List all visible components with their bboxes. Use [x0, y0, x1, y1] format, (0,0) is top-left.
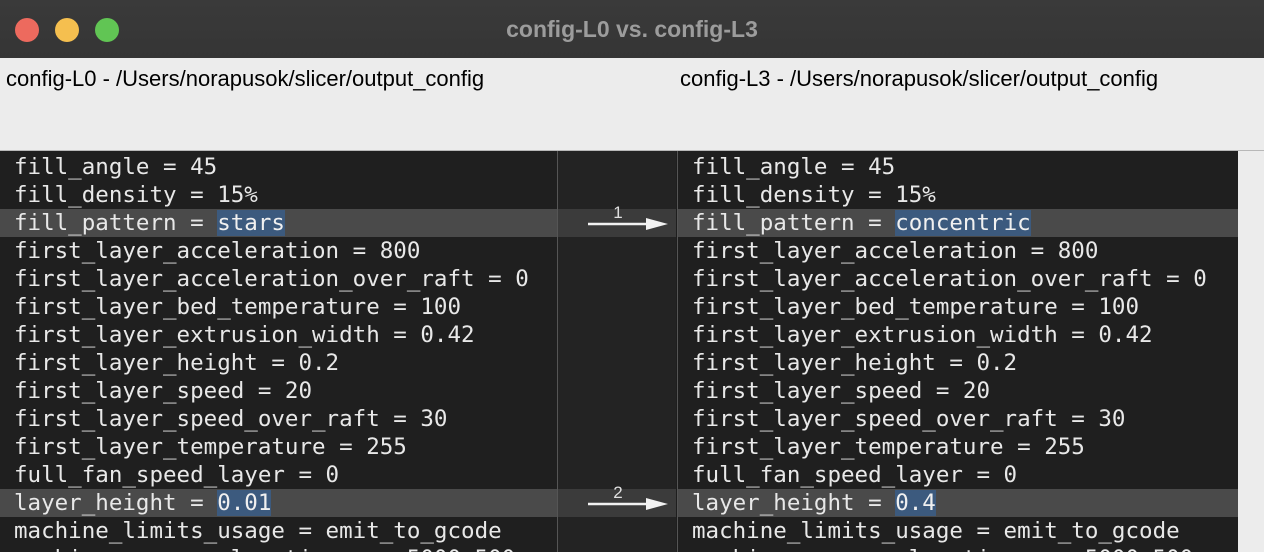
diff-highlight: concentric [895, 210, 1031, 236]
code-line[interactable]: fill_angle = 45 [678, 153, 1238, 181]
line-key: fill_pattern = [692, 210, 896, 236]
diff-gutter: 12 [558, 151, 676, 552]
code-line[interactable]: machine_limits_usage = emit_to_gcode [0, 517, 557, 545]
code-line[interactable]: first_layer_extrusion_width = 0.42 [678, 321, 1238, 349]
code-line[interactable]: first_layer_speed = 20 [678, 377, 1238, 405]
code-line[interactable]: fill_density = 15% [0, 181, 557, 209]
changed-line[interactable]: fill_pattern = stars [0, 209, 557, 237]
code-line[interactable]: full_fan_speed_layer = 0 [678, 461, 1238, 489]
window-title: config-L0 vs. config-L3 [506, 16, 758, 42]
code-line[interactable]: first_layer_acceleration = 800 [0, 237, 557, 265]
code-line[interactable]: first_layer_acceleration = 800 [678, 237, 1238, 265]
title-bar: config-L0 vs. config-L3 [0, 0, 1264, 59]
code-line[interactable]: machine_max_acceleration_e = 5000,500 [0, 545, 557, 552]
code-line[interactable]: first_layer_bed_temperature = 100 [0, 293, 557, 321]
code-line[interactable]: first_layer_temperature = 255 [0, 433, 557, 461]
line-key: fill_pattern = [14, 210, 218, 236]
code-line[interactable]: fill_angle = 45 [0, 153, 557, 181]
left-file-path: config-L0 - /Users/norapusok/slicer/outp… [6, 66, 485, 91]
code-line[interactable]: first_layer_height = 0.2 [0, 349, 557, 377]
file-header: config-L0 - /Users/norapusok/slicer/outp… [0, 58, 1264, 151]
code-line[interactable]: machine_max_acceleration_e = 5000,500 [678, 545, 1238, 552]
left-diff-pane[interactable]: fill_angle = 45 fill_density = 15% fill_pa… [0, 151, 558, 552]
code-line[interactable]: first_layer_bed_temperature = 100 [678, 293, 1238, 321]
line-key: layer_height = [692, 490, 896, 516]
vertical-scrollbar[interactable] [1238, 151, 1264, 552]
code-line[interactable]: first_layer_speed_over_raft = 30 [0, 405, 557, 433]
code-line[interactable]: first_layer_speed = 20 [0, 377, 557, 405]
changed-line[interactable]: layer_height = 0.4 [678, 489, 1238, 517]
diff-highlight: 0.4 [895, 490, 936, 516]
code-line[interactable]: first_layer_height = 0.2 [678, 349, 1238, 377]
code-line[interactable]: first_layer_extrusion_width = 0.42 [0, 321, 557, 349]
filemerge-window: config-L0 vs. config-L3 config-L0 - /Use… [0, 0, 1264, 552]
right-file-path: config-L3 - /Users/norapusok/slicer/outp… [680, 66, 1159, 91]
code-line[interactable]: fill_density = 15% [678, 181, 1238, 209]
diff-highlight: 0.01 [217, 490, 272, 516]
change-arrow[interactable]: 1 [558, 203, 676, 237]
code-line[interactable]: first_layer_speed_over_raft = 30 [678, 405, 1238, 433]
code-line[interactable]: first_layer_acceleration_over_raft = 0 [0, 265, 557, 293]
left-lines: fill_angle = 45 fill_density = 15% fill_pa… [0, 153, 557, 552]
code-line[interactable]: first_layer_acceleration_over_raft = 0 [678, 265, 1238, 293]
changed-line[interactable]: fill_pattern = concentric [678, 209, 1238, 237]
change-arrow[interactable]: 2 [558, 483, 676, 517]
line-key: layer_height = [14, 490, 218, 516]
diff-highlight: stars [217, 210, 285, 236]
code-line[interactable]: machine_limits_usage = emit_to_gcode [678, 517, 1238, 545]
changed-line[interactable]: layer_height = 0.01 [0, 489, 557, 517]
code-line[interactable]: first_layer_temperature = 255 [678, 433, 1238, 461]
change-number: 2 [613, 483, 623, 502]
code-line[interactable]: full_fan_speed_layer = 0 [0, 461, 557, 489]
right-lines: fill_angle = 45 fill_density = 15% fill_pa… [678, 153, 1238, 552]
right-diff-pane[interactable]: fill_angle = 45 fill_density = 15% fill_pa… [677, 151, 1239, 552]
change-number: 1 [613, 203, 623, 222]
